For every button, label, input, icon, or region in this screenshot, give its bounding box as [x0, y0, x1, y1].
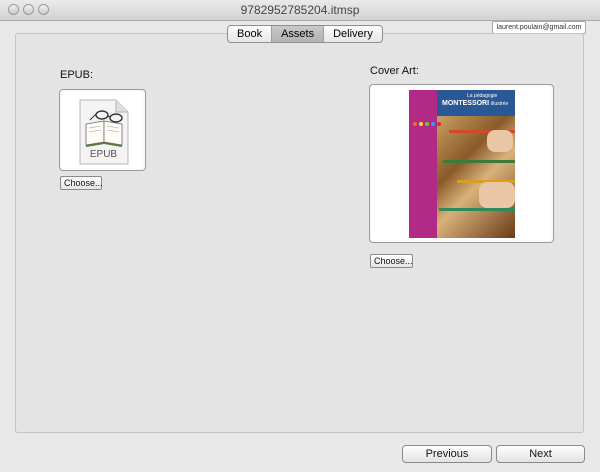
cover-art-drop-well[interactable]: La pédagogie MONTESSORI illustrée [369, 84, 554, 243]
next-button[interactable]: Next [496, 445, 585, 463]
cover-art-image: La pédagogie MONTESSORI illustrée [409, 90, 515, 238]
tab-assets[interactable]: Assets [272, 26, 325, 42]
cover-art-label: Cover Art: [370, 65, 419, 77]
previous-button[interactable]: Previous [402, 445, 492, 463]
title-bar: 9782952785204.itmsp [0, 0, 600, 21]
cover-title-main: MONTESSORI illustrée [442, 100, 509, 107]
cover-art-choose-button[interactable]: Choose... [370, 254, 413, 268]
window-title: 9782952785204.itmsp [240, 3, 360, 17]
tab-delivery[interactable]: Delivery [324, 26, 382, 42]
epub-choose-button[interactable]: Choose... [60, 176, 103, 190]
epub-drop-well[interactable]: EPUB [59, 89, 146, 171]
tab-book[interactable]: Book [228, 26, 273, 42]
epub-file-label: EPUB [89, 149, 118, 160]
cover-title-small: La pédagogie [467, 93, 498, 99]
epub-label: EPUB: [60, 69, 94, 81]
tab-bar: Book Assets Delivery [227, 25, 383, 43]
